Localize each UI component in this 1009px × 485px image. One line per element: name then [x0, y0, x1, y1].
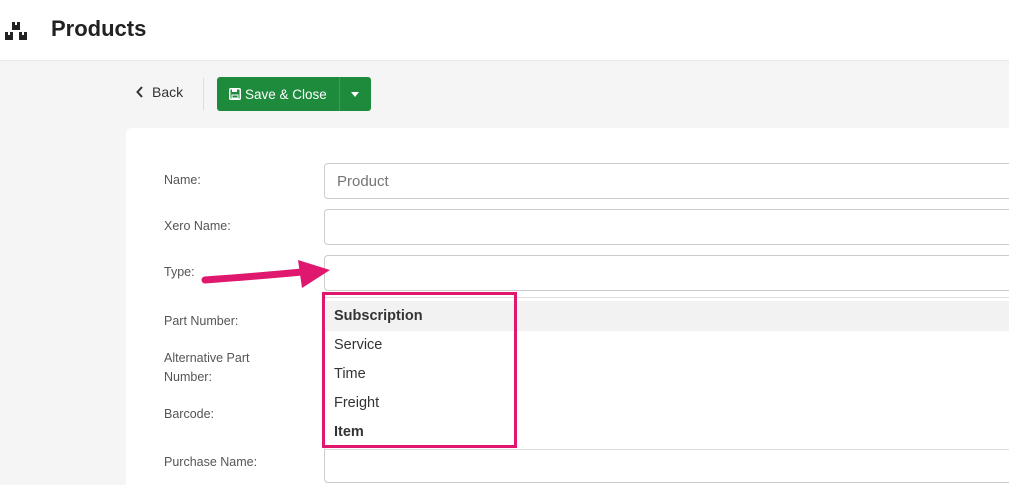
alternative-part-number-label: Alternative Part Number: — [164, 349, 249, 387]
alternative-part-number-label-line1: Alternative Part — [164, 351, 250, 365]
purchase-name-input[interactable] — [324, 447, 1009, 483]
chevron-left-icon — [136, 86, 143, 98]
purchase-name-label: Purchase Name: — [164, 455, 258, 469]
alternative-part-number-label-line2: Number: — [164, 370, 212, 384]
barcode-label: Barcode: — [164, 407, 215, 421]
name-input[interactable] — [324, 163, 1009, 199]
save-options-dropdown-toggle[interactable] — [338, 77, 371, 111]
page-title: Products — [51, 16, 147, 41]
save-close-button[interactable]: Save & Close — [217, 77, 339, 111]
toolbar-divider — [203, 78, 204, 110]
top-bar: Products — [0, 0, 1009, 61]
save-button-group: Save & Close — [217, 77, 371, 111]
back-label: Back — [152, 84, 184, 100]
part-number-label: Part Number: — [164, 314, 239, 328]
xero-name-label: Xero Name: — [164, 219, 231, 233]
caret-down-icon — [351, 91, 360, 97]
save-close-label: Save & Close — [245, 86, 327, 102]
annotation-highlight-box — [322, 292, 517, 448]
annotation-arrow-icon — [201, 260, 330, 288]
floppy-disk-icon — [229, 88, 241, 100]
boxes-icon — [5, 22, 27, 40]
xero-name-input[interactable] — [324, 209, 1009, 245]
type-label: Type: — [164, 265, 195, 279]
type-select[interactable] — [324, 255, 1009, 291]
back-button[interactable]: Back — [136, 84, 183, 100]
name-label: Name: — [164, 173, 201, 187]
